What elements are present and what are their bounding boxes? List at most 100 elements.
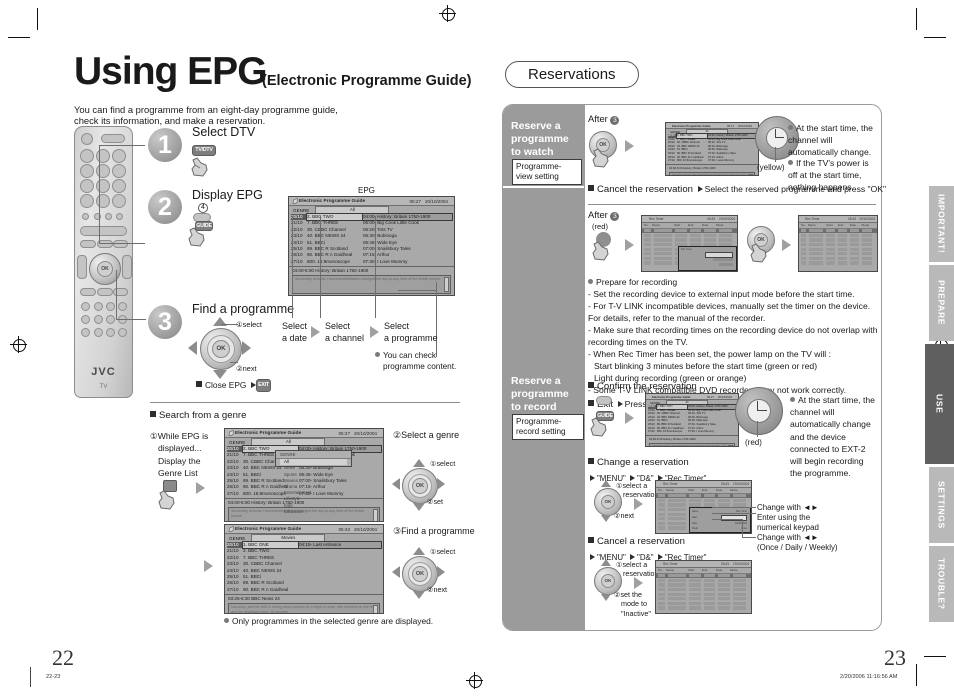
- remote-small-button-d: [116, 213, 123, 220]
- remote-small-button-c: [105, 213, 112, 220]
- epg-3-genre-row[interactable]: GENRE Movies: [225, 534, 383, 542]
- rec-timer-cell: [732, 597, 746, 601]
- rec-timer-cell: [688, 578, 701, 582]
- rec-timer-cell: [849, 238, 859, 242]
- epg-screen-record-reserved[interactable]: Electronic Programme Guide 05:27 20/10/2…: [645, 393, 739, 447]
- epg-2-genre-value[interactable]: All: [251, 438, 326, 446]
- rec-timer-cell: [674, 233, 687, 237]
- genre-dropdown-header: GENRE: [276, 452, 351, 460]
- remote-fn-9: [81, 328, 90, 337]
- rec-timer-a-popup[interactable]: Rec Timer: [678, 246, 737, 271]
- rec-timer-cell: [838, 238, 847, 242]
- rec-timer-screen-cancel[interactable]: Rec Timer 05:43 20/10/2004 No. Name Start E…: [655, 560, 752, 614]
- rec-timer-cell: [653, 252, 672, 256]
- rec-timer-cell: [667, 526, 686, 530]
- epg-watch-info: 04:00-6:00 History: Britain 1750-1900: [666, 163, 758, 171]
- rec-timer-cell: [667, 592, 686, 596]
- rec-timer-cell: [688, 597, 701, 601]
- rec-timer-cell: [667, 606, 686, 610]
- rec-timer-cell: [838, 247, 847, 251]
- rec-timer-cell: [658, 503, 665, 507]
- tab-trouble[interactable]: TROUBLE?: [929, 546, 954, 622]
- epg-row[interactable]: 27/10 800. 16:9monoscope 07:30- I Love Mum…: [648, 430, 736, 434]
- epg-screen-1[interactable]: Electronic Programme Guide 05:27 20/10/2…: [288, 196, 455, 296]
- rec-timer-row[interactable]: [656, 606, 751, 611]
- remote-numeric-3: [112, 149, 126, 163]
- rec-timer-column-header: Date: [716, 568, 723, 572]
- tab-settings[interactable]: SETTINGS: [929, 467, 954, 543]
- rec-timer-column-header: No.: [658, 568, 663, 572]
- rec-timer-cell: [801, 233, 807, 237]
- epg-3-genre-value[interactable]: Movies: [251, 534, 326, 542]
- rec-timer-cell: [718, 601, 730, 605]
- rec-timer-cell: [718, 494, 730, 498]
- record-after-label: After 3: [588, 209, 620, 221]
- epg-row[interactable]: 27/10 800. 16:9monoscope 07:30- I Love Mum…: [668, 159, 756, 163]
- confirm-red-label: (red): [745, 438, 762, 447]
- tab-use[interactable]: USE: [925, 344, 954, 464]
- epg-screen-watch-reserved[interactable]: Electronic Programme Guide 05:27 20/10/2…: [665, 122, 759, 176]
- change-reservation-heading: Change a reservation: [588, 457, 689, 468]
- page-title: Using EPG: [74, 50, 268, 93]
- programme-record-setting-tag: Programme-record setting: [512, 414, 584, 440]
- dpad-left-arrow-icon-3: [188, 341, 197, 355]
- epg-screen-3[interactable]: Electronic Programme Guide 05:43 20/10/2…: [224, 524, 384, 614]
- epg-2-genre-row[interactable]: GENRE All: [225, 438, 383, 446]
- registration-mark-top: [439, 5, 456, 22]
- tab-prepare-label: PREPARE: [936, 280, 947, 326]
- rec-timer-column-header: Mode: [716, 223, 724, 227]
- callout-leader-change-3b: [742, 519, 743, 538]
- genre-list-item[interactable]: Education: [280, 509, 347, 515]
- dpad-step-3-ok: OK: [212, 340, 230, 358]
- rec-timer-row[interactable]: [799, 261, 877, 266]
- guide-button-callout-2: [596, 396, 612, 405]
- rec-timer-cell: [849, 256, 859, 260]
- rec-timer-cell: [849, 252, 859, 256]
- epg-1-genre-row[interactable]: GENRE All: [289, 206, 454, 214]
- epg-1-scrollbar[interactable]: [444, 277, 449, 293]
- epg-2-date: 20/10/2004: [354, 430, 377, 436]
- arrow-right-icon-2: [697, 186, 703, 192]
- tab-prepare[interactable]: PREPARE: [929, 265, 954, 341]
- watch-cancel-row: Cancel the reservation Select the reserv…: [588, 184, 886, 195]
- rec-timer-cell: [826, 242, 835, 247]
- rec-timer-cell: [718, 583, 730, 587]
- rec-timer-cell: [644, 233, 651, 237]
- callout-leader-change-2: [712, 513, 756, 514]
- epg-1-genre-value[interactable]: All: [315, 206, 390, 214]
- rec-timer-cell: [703, 587, 716, 592]
- epg-logo-icon-2: [228, 429, 234, 436]
- tab-important[interactable]: IMPORTANT!: [929, 186, 954, 262]
- rec-timer-cell: [653, 233, 672, 237]
- rec-timer-cell: [667, 583, 686, 587]
- remote-button-row-b: [97, 288, 113, 296]
- epg-row[interactable]: 27/10 800. 16:9monoscope 07:30- I Love Mum…: [291, 259, 452, 265]
- epg-3-title: Electronic Programme Guide: [235, 526, 302, 532]
- epg-record-desc: Secondary schools. How industrialisation…: [649, 442, 735, 446]
- remote-fn-6: [94, 315, 103, 324]
- remote-numeric-6: [112, 164, 126, 178]
- epg-3-scrollbar[interactable]: [373, 605, 378, 613]
- rec-timer-cell: [838, 229, 847, 233]
- rec-timer-cell: [809, 252, 824, 256]
- epg-2-scrollbar[interactable]: [373, 509, 378, 521]
- pointer-arrow-2: [370, 326, 379, 338]
- epg-row[interactable]: 27/10 90. BBC R n Gaidheal: [227, 587, 381, 593]
- rec-timer-b-titlebar: Rec Timer 05:43 20/10/2004: [799, 216, 877, 223]
- reservations-heading-label: Reservations: [505, 61, 639, 88]
- dpad-find-down-icon: [413, 591, 425, 599]
- epg-3-genre-label: GENRE: [229, 535, 246, 541]
- connector-step-2-h: [99, 243, 145, 245]
- watch-flow-arrow: [625, 140, 634, 152]
- genre-dropdown-list[interactable]: GENRE All News Sports Movies Drama Entertainm…: [275, 450, 352, 514]
- pointer-select-date: Select a date: [282, 321, 308, 344]
- rec-timer-cell: [653, 229, 672, 233]
- epg-watch-genre-label: GENRE: [670, 129, 680, 134]
- epg-record-info: 04:00-6:00 History: Britain 1750-1900: [646, 434, 738, 442]
- yellow-label-leader: [775, 147, 776, 162]
- rec-timer-column-header: End: [688, 223, 694, 227]
- rec-timer-screen-b[interactable]: Rec Timer 05:43 20/10/2004 No. Name Start E…: [798, 215, 878, 272]
- rec-timer-screen-a[interactable]: Rec Timer 05:43 20/10/2004 No. Name Start E…: [641, 215, 738, 272]
- dpad-change-ok: OK: [601, 495, 615, 509]
- epg-screen-2[interactable]: Electronic Programme Guide 05:27 20/10/2…: [224, 428, 384, 522]
